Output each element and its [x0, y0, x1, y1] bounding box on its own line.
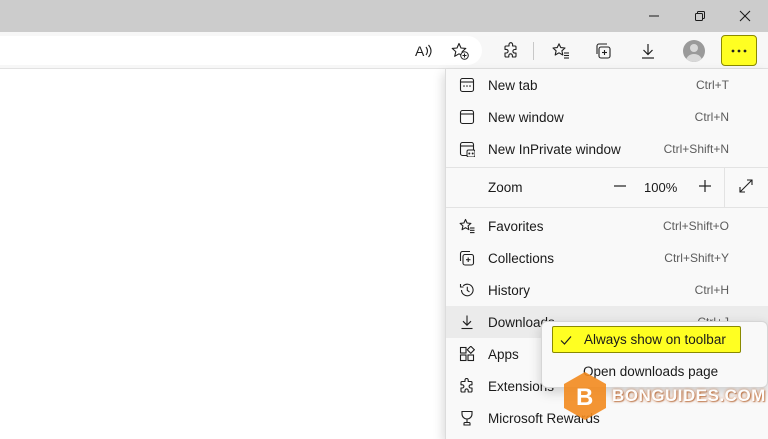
zoom-value: 100%	[644, 179, 678, 195]
read-aloud-icon: A	[415, 43, 432, 59]
title-bar	[0, 0, 768, 32]
settings-and-more-button[interactable]	[721, 35, 757, 66]
menu-item-label: Apps	[488, 346, 519, 362]
svg-text:A: A	[415, 43, 425, 59]
extensions-icon	[459, 378, 475, 394]
menu-item-shortcut: Ctrl+Shift+Y	[664, 251, 729, 265]
menu-item-label: New InPrivate window	[488, 141, 621, 157]
browser-toolbar: A	[0, 32, 768, 69]
new-tab-icon	[459, 77, 475, 93]
favorites-icon	[552, 43, 569, 59]
zoom-divider	[724, 167, 725, 207]
fullscreen-button[interactable]	[738, 178, 754, 197]
collections-button[interactable]	[589, 36, 619, 66]
zoom-out-button[interactable]	[610, 179, 630, 196]
add-favorite-icon	[451, 42, 469, 60]
menu-item-history[interactable]: History Ctrl+H	[446, 274, 768, 306]
rewards-icon	[459, 410, 475, 426]
collections-icon	[596, 43, 611, 59]
history-icon	[459, 282, 475, 298]
menu-item-favorites[interactable]: Favorites Ctrl+Shift+O	[446, 210, 768, 242]
downloads-icon	[459, 314, 475, 330]
watermark: B BONGUIDES.COM	[560, 370, 765, 420]
collections-icon	[459, 250, 475, 266]
menu-item-label: New tab	[488, 77, 538, 93]
always-show-on-toolbar-option[interactable]: Always show on toolbar	[552, 326, 741, 353]
extensions-button[interactable]	[496, 36, 526, 66]
menu-divider	[446, 207, 768, 208]
restore-button[interactable]	[677, 0, 723, 32]
add-favorite-button[interactable]	[445, 36, 475, 66]
menu-item-label: New window	[488, 109, 564, 125]
menu-item-new-inprivate-window[interactable]: New InPrivate window Ctrl+Shift+N	[446, 133, 768, 165]
menu-item-collections[interactable]: Collections Ctrl+Shift+Y	[446, 242, 768, 274]
menu-item-zoom: Zoom 100%	[446, 167, 768, 207]
profile-icon	[683, 40, 705, 62]
checkmark-icon	[559, 333, 573, 347]
menu-item-shortcut: Ctrl+Shift+N	[663, 142, 729, 156]
watermark-text: BONGUIDES.COM	[612, 386, 766, 405]
close-button[interactable]	[722, 0, 768, 32]
menu-item-shortcut: Ctrl+N	[694, 110, 729, 124]
new-window-icon	[459, 109, 475, 125]
toolbar-divider	[533, 42, 534, 60]
read-aloud-button[interactable]: A	[409, 36, 439, 66]
downloads-button[interactable]	[633, 36, 663, 66]
minimize-button[interactable]	[631, 0, 677, 32]
favorites-icon	[459, 218, 475, 234]
menu-item-shortcut: Ctrl+H	[694, 283, 729, 297]
svg-text:B: B	[576, 384, 593, 411]
menu-divider	[446, 167, 768, 168]
inprivate-icon	[459, 141, 475, 157]
menu-item-label: Favorites	[488, 218, 544, 234]
watermark-logo-icon: B	[564, 372, 606, 420]
extensions-icon	[504, 42, 517, 58]
menu-item-label: History	[488, 282, 531, 298]
zoom-in-button[interactable]	[695, 179, 715, 196]
menu-item-shortcut: Ctrl+Shift+O	[662, 219, 729, 233]
favorites-button[interactable]	[546, 36, 576, 66]
more-icon	[731, 49, 747, 52]
downloads-icon	[642, 44, 654, 59]
minus-icon	[614, 184, 626, 187]
fullscreen-icon	[739, 178, 753, 193]
minimize-icon	[649, 15, 659, 17]
profile-button[interactable]	[679, 36, 709, 66]
menu-item-label: Collections	[488, 250, 555, 266]
menu-item-new-window[interactable]: New window Ctrl+N	[446, 101, 768, 133]
zoom-label: Zoom	[488, 179, 523, 195]
always-show-label: Always show on toolbar	[584, 332, 726, 347]
menu-item-new-tab[interactable]: New tab Ctrl+T	[446, 69, 768, 101]
plus-icon	[699, 179, 711, 192]
close-icon	[739, 10, 751, 22]
restore-icon	[695, 11, 705, 21]
menu-item-shortcut: Ctrl+T	[696, 78, 729, 92]
apps-icon	[459, 346, 475, 362]
